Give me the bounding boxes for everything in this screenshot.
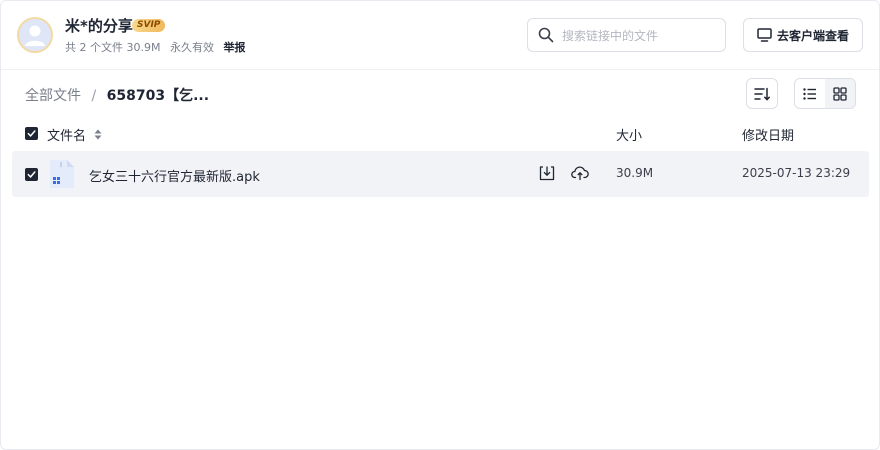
search-input[interactable] bbox=[560, 25, 719, 47]
checkmark-icon bbox=[27, 130, 36, 138]
svip-badge: SVIP bbox=[132, 19, 166, 32]
apk-file-icon bbox=[50, 160, 74, 188]
column-header-name[interactable]: 文件名 bbox=[47, 125, 102, 144]
breadcrumb-root[interactable]: 全部文件 bbox=[25, 88, 81, 104]
column-header-size[interactable]: 大小 bbox=[616, 125, 642, 144]
share-header: 米*的分享 SVIP 共 2 个文件 30.9M 永久有效 举报 去客户端查看 bbox=[1, 1, 879, 70]
breadcrumb-current: 658703【乞... bbox=[106, 88, 210, 104]
column-header-modified[interactable]: 修改日期 bbox=[742, 125, 794, 144]
breadcrumb-separator: / bbox=[91, 88, 97, 104]
checkmark-icon bbox=[27, 171, 36, 179]
view-toggle bbox=[794, 78, 856, 109]
download-icon[interactable] bbox=[539, 165, 555, 181]
monitor-icon bbox=[757, 28, 772, 42]
share-page: 米*的分享 SVIP 共 2 个文件 30.9M 永久有效 举报 去客户端查看 … bbox=[0, 0, 880, 450]
owner-name: 米*的分享 bbox=[65, 17, 133, 35]
list-view-button[interactable] bbox=[795, 79, 825, 108]
open-client-button[interactable]: 去客户端查看 bbox=[743, 18, 863, 52]
file-name[interactable]: 乞女三十六行官方最新版.apk bbox=[89, 166, 260, 185]
search-box[interactable] bbox=[527, 18, 726, 52]
grid-view-button[interactable] bbox=[825, 79, 855, 108]
file-size: 30.9M bbox=[616, 166, 654, 180]
file-modified-date: 2025-07-13 23:29 bbox=[742, 166, 851, 180]
report-link[interactable]: 举报 bbox=[223, 41, 245, 54]
table-row[interactable]: 乞女三十六行官方最新版.apk 30.9M 2025-07-13 23:29 bbox=[12, 151, 869, 197]
open-client-label: 去客户端查看 bbox=[776, 28, 849, 43]
sort-button[interactable] bbox=[746, 78, 778, 109]
list-icon bbox=[803, 87, 816, 100]
grid-icon bbox=[833, 86, 847, 101]
select-all-checkbox[interactable] bbox=[25, 127, 38, 140]
breadcrumb: 全部文件 / 658703【乞... bbox=[25, 85, 209, 105]
share-summary: 共 2 个文件 30.9M bbox=[65, 41, 161, 54]
column-name-label: 文件名 bbox=[47, 129, 87, 144]
row-checkbox[interactable] bbox=[25, 168, 38, 181]
share-validity: 永久有效 bbox=[169, 41, 214, 54]
save-to-cloud-icon[interactable] bbox=[571, 165, 589, 181]
sort-arrows-icon bbox=[94, 129, 102, 140]
share-meta: 共 2 个文件 30.9M 永久有效 举报 bbox=[65, 39, 251, 55]
avatar bbox=[17, 17, 53, 53]
search-icon bbox=[538, 27, 554, 43]
sort-icon bbox=[754, 87, 770, 101]
